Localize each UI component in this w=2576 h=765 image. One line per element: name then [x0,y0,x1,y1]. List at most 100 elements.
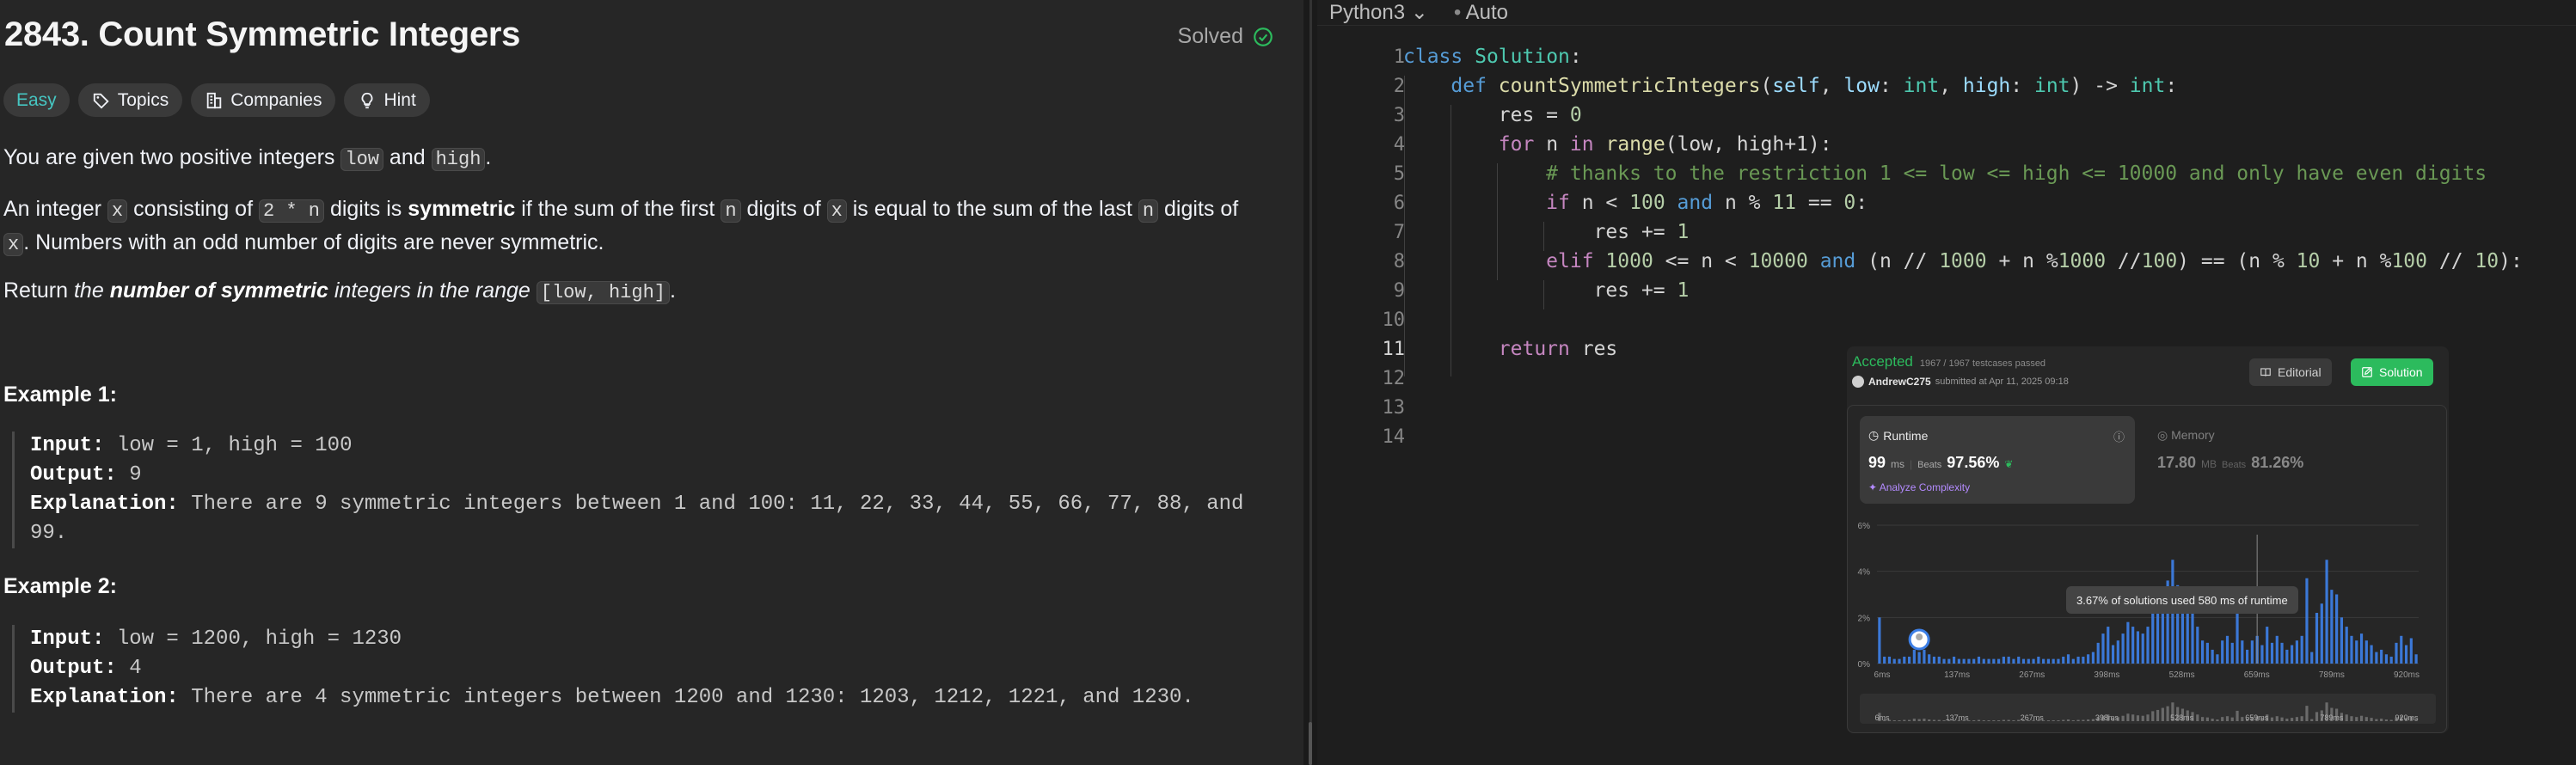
comment: # thanks to the restriction 1 <= low <= … [1546,162,2487,185]
number: 1 [1677,279,1690,302]
keyword: return [1498,338,1570,360]
chart-bar [2091,652,2095,664]
chart-bar [2230,642,2234,664]
solved-indicator: Solved [1178,24,1274,49]
inline-code: high [431,148,486,171]
line-number: 14 [1382,426,1406,448]
line-number: 5 [1393,163,1405,185]
chart-bar [2146,627,2150,664]
accepted-status: Accepted 1967 / 1967 testcases passed [1852,353,2045,370]
inline-code: n [721,199,741,223]
runtime-distribution-chart[interactable]: 6%4%2%0%6ms 137ms 267ms 398ms 528ms 659ms 789m… [1848,406,2448,734]
overview-bar [1972,720,1976,721]
chart-bar [2260,645,2264,664]
code-text: // [2427,250,2475,272]
code-line-9: res += 1 [1403,279,1690,302]
submitted-time: submitted at Apr 11, 2025 09:18 [1935,376,2069,387]
username[interactable]: AndrewC275 [1868,376,1931,388]
overview-bar [2121,715,2125,721]
overview-tick-label: 6ms [1874,713,1890,722]
code-line-8: elif 1000 <= n < 10000 and (n // 1000 + … [1403,250,2523,272]
panel-resize-handle[interactable] [1303,0,1317,765]
input-label: Input: [30,434,105,457]
param: low [1843,75,1880,97]
inline-code: 2 * n [258,199,324,223]
chart-bar [2027,658,2030,664]
chevron-down-icon: ⌄ [1410,1,1428,24]
y-tick-label: 4% [1858,568,1871,578]
chart-bar [2141,633,2144,664]
hint-button[interactable]: Hint [344,83,430,117]
code-line-6: if n < 100 and n % 11 == 0: [1403,192,1868,214]
chart-bar [2350,635,2353,664]
editorial-label: Editorial [2278,365,2321,379]
auto-mode[interactable]: • Auto [1454,1,1508,25]
overview-bar [2007,719,2010,721]
overview-bar [2052,720,2055,721]
overview-bar [1923,719,1926,721]
dot-icon: • [1453,0,1462,24]
code-text: res += [1593,279,1677,302]
chart-bar [2380,649,2383,664]
type: int [1903,75,1940,97]
desc-text: consisting of [127,197,259,221]
overview-bar [2136,715,2140,721]
output-label: Output: [30,463,117,487]
type: int [2033,75,2070,97]
submission-result-card: Accepted 1967 / 1967 testcases passed And… [1847,346,2449,733]
keyword: and [1819,250,1856,272]
overview-tick-label: 267ms [2021,713,2045,722]
avatar[interactable] [1852,376,1864,388]
companies-button[interactable]: Companies [191,83,336,117]
language-label: Python3 [1329,1,1406,24]
function-name: range [1605,133,1665,156]
language-select[interactable]: Python3 ⌄ [1329,0,1428,25]
param: high [1962,75,2011,97]
chart-bar [2330,590,2334,664]
line-number: 2 [1393,76,1405,97]
overview-bar [2196,714,2199,721]
number: 0 [1569,104,1582,126]
function-name: countSymmetricIntegers [1498,75,1761,97]
solved-label: Solved [1177,24,1243,48]
chart-bar [2066,654,2070,664]
number: 1000 [1605,250,1653,272]
keyword: elif [1546,250,1594,272]
solution-button[interactable]: Solution [2351,358,2433,386]
resize-grip[interactable] [1309,722,1312,765]
problem-title[interactable]: 2843. Count Symmetric Integers [4,15,520,54]
output-value: 9 [116,463,142,487]
topics-button[interactable]: Topics [77,83,183,117]
desc-text: . [670,278,676,303]
chart-bar [2335,594,2339,664]
number: 11 [1772,192,1797,214]
chart-bar [1887,656,1892,664]
overview-bar [2131,714,2135,721]
chart-bar [2111,645,2115,664]
overview-bar [2230,717,2234,721]
edit-icon [2362,367,2372,377]
number: 0 [1843,192,1856,214]
x-tick-label: 267ms [2019,670,2045,680]
code-line-4: for n in range(low, high+1): [1403,133,1832,156]
editorial-button[interactable]: Editorial [2249,358,2332,386]
line-number: 10 [1382,309,1406,331]
chart-bar [2404,645,2408,664]
desc-text: and [383,145,432,169]
mode-label: Auto [1465,0,1508,24]
topics-label: Topics [117,89,169,110]
overview-tick-label: 398ms [2095,713,2119,722]
code-line-7: res += 1 [1403,221,1690,243]
line-number-current: 11 [1382,339,1406,360]
code-text: n % [1724,192,1773,214]
chart-bar [1937,656,1941,664]
chart-bar [2310,652,2314,664]
code-line-5: # thanks to the restriction 1 <= low <= … [1403,162,2487,185]
overview-bar [2082,719,2085,721]
overview-bar [2087,719,2090,721]
desc-text: digits of [1158,197,1239,221]
overview-bar [2300,716,2303,721]
chart-bar [2236,605,2239,664]
chart-bar [1932,656,1936,664]
chart-bar [2021,658,2026,664]
